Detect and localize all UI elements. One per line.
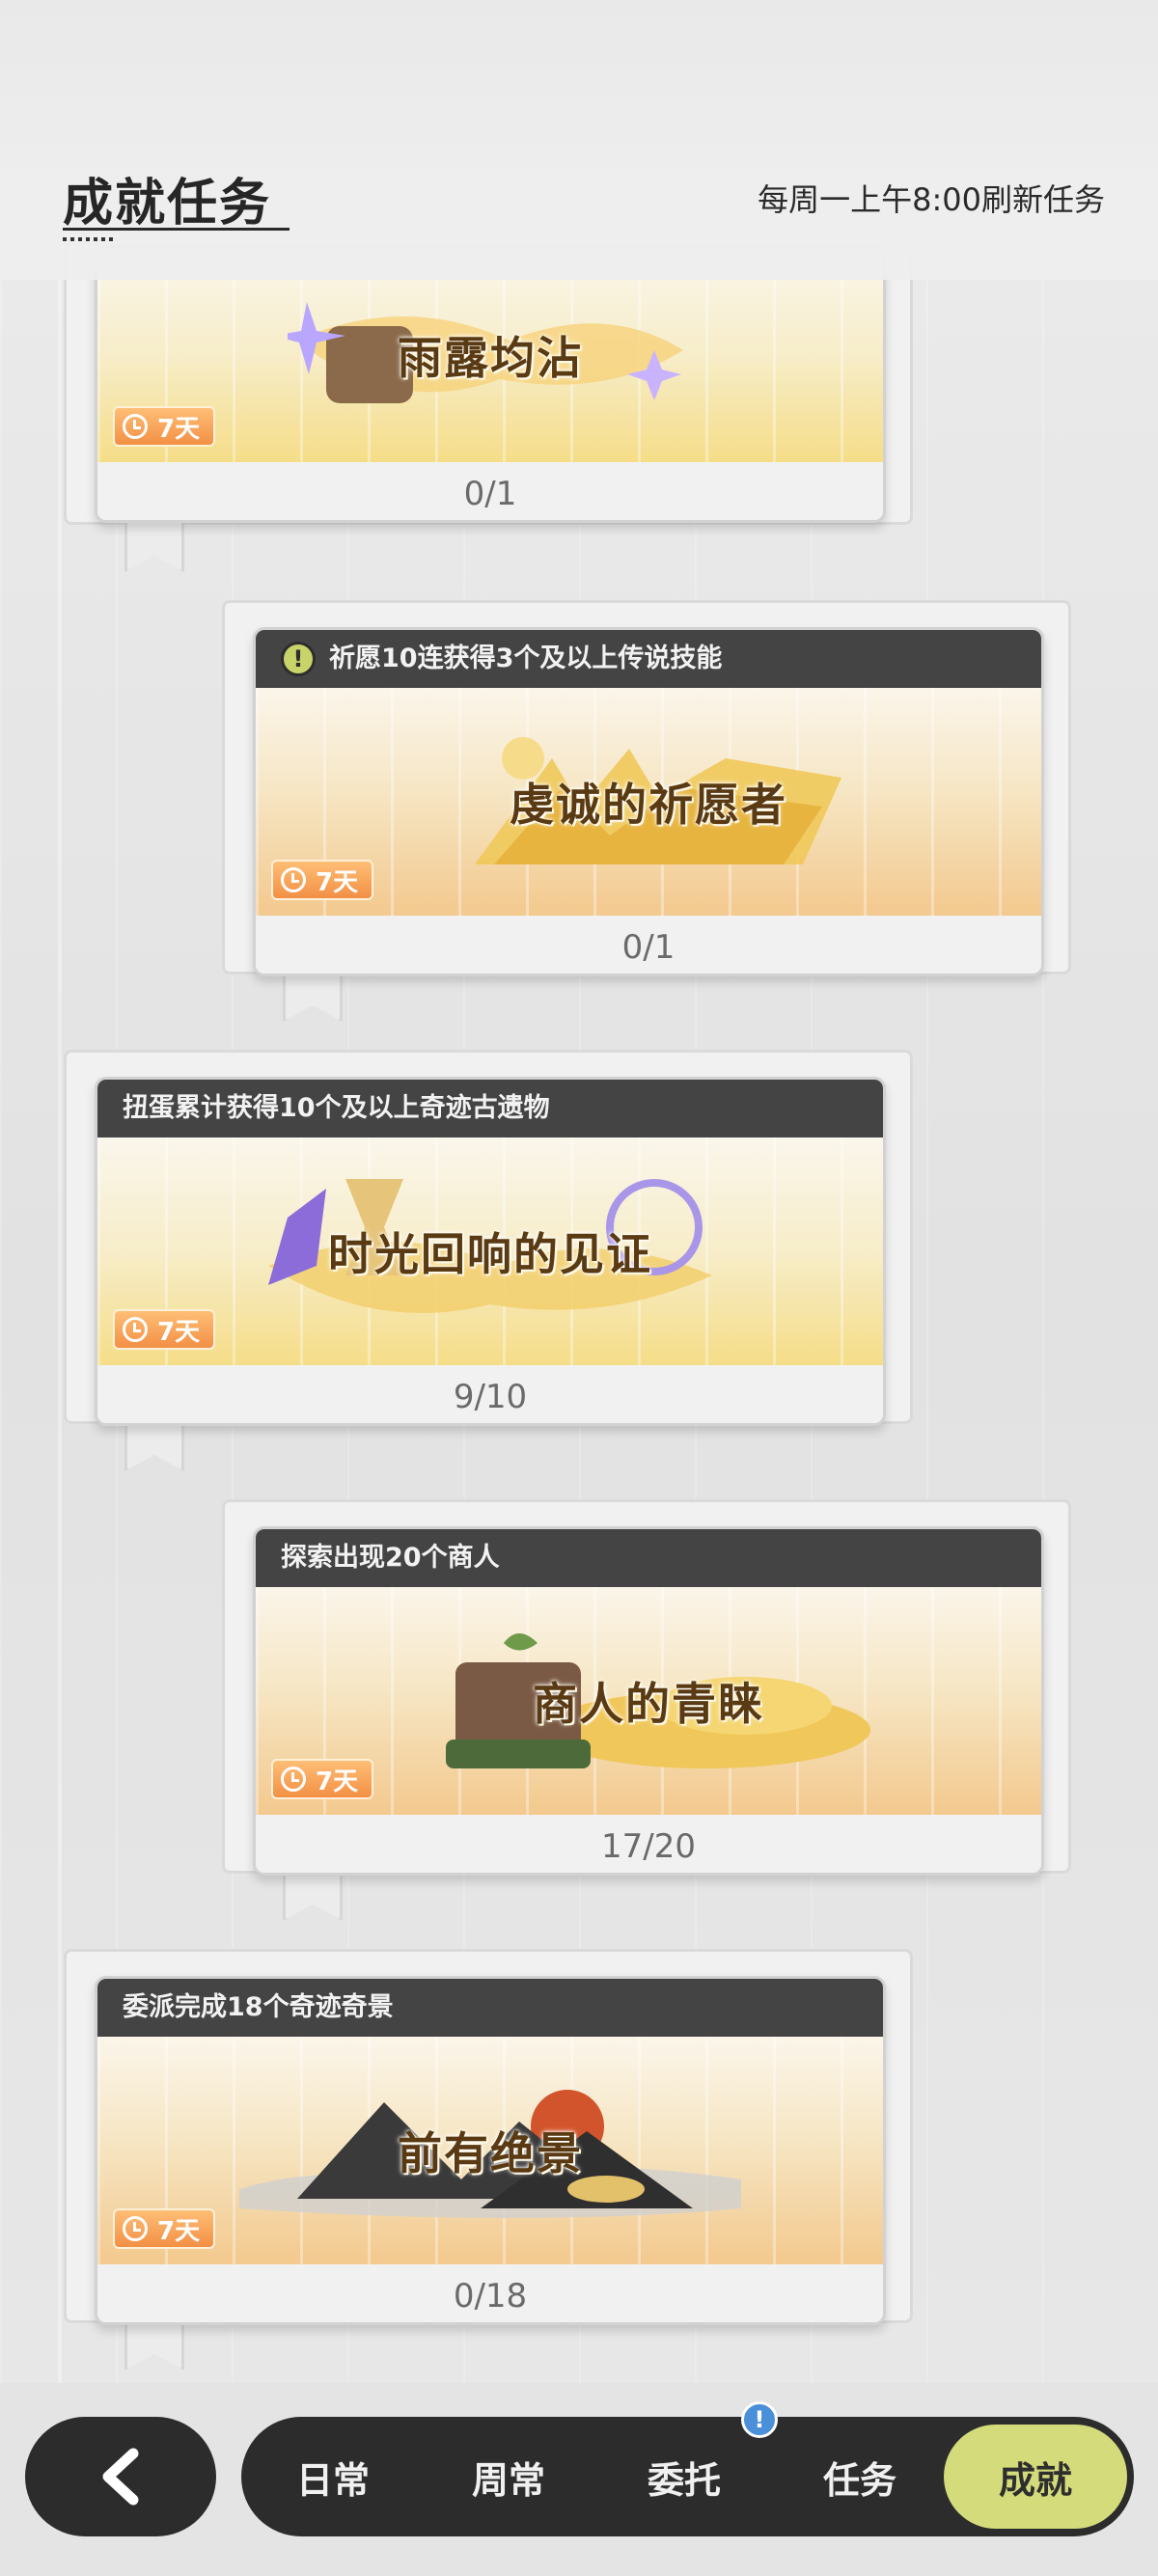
achievement-card[interactable]: 探索出现20个商人 商人的青睐 7天 17/20 <box>222 1499 1071 1876</box>
card-body: 探索出现20个商人 商人的青睐 7天 17/20 <box>253 1526 1044 1876</box>
notification-badge: ! <box>741 2401 778 2438</box>
banner-title: 前有绝景 <box>398 2127 583 2179</box>
achievement-card[interactable]: 委派完成18个奇迹奇景 前有绝景 7天 0/18 <box>64 1949 913 2325</box>
achievement-card[interactable]: 扭蛋累计获得10个及以上奇迹古遗物 时光回响的见证 7天 9/10 <box>64 1050 913 1426</box>
card-requirement: 扭蛋累计获得10个及以上奇迹古遗物 <box>97 1080 883 1137</box>
achievement-card[interactable]: ! 祈愿10连获得3个及以上传说技能 虔诚的祈愿者 7天 0/1 <box>222 600 1071 976</box>
duration-badge: 7天 <box>271 860 374 900</box>
card-body: 雨露均沾 7天 0/1 <box>95 245 886 523</box>
achievement-banner: 时光回响的见证 7天 <box>97 1137 883 1365</box>
tab-commission[interactable]: 委托 <box>602 2417 766 2536</box>
card-requirement: 探索出现20个商人 <box>256 1529 1041 1587</box>
duration-label: 7天 <box>316 1767 359 1796</box>
page-title: 成就任务 <box>63 175 272 233</box>
banner-title: 雨露均沾 <box>398 332 583 384</box>
requirement-text: 扭蛋累计获得10个及以上奇迹古遗物 <box>123 1093 550 1123</box>
requirement-text: 祈愿10连获得3个及以上传说技能 <box>329 644 723 673</box>
tab-daily[interactable]: 日常 <box>251 2417 415 2536</box>
progress-text: 0/1 <box>256 916 1041 973</box>
alert-icon: ! <box>281 642 316 676</box>
card-requirement: 委派完成18个奇迹奇景 <box>97 1979 883 2037</box>
progress-text: 0/1 <box>97 462 883 520</box>
duration-badge: 7天 <box>113 406 216 447</box>
tab-weekly[interactable]: 周常 <box>427 2417 591 2536</box>
duration-label: 7天 <box>157 414 201 444</box>
tab-bar: 日常 周常 委托 ! 任务 成就 <box>241 2401 1134 2536</box>
title-dots <box>63 237 115 241</box>
progress-text: 17/20 <box>256 1815 1041 1873</box>
title-underline <box>63 228 290 231</box>
banner-title: 时光回响的见证 <box>328 1228 652 1280</box>
card-body: ! 祈愿10连获得3个及以上传说技能 虔诚的祈愿者 7天 0/1 <box>253 627 1044 976</box>
clock-icon <box>123 1317 148 1342</box>
duration-label: 7天 <box>157 2216 201 2246</box>
duration-badge: 7天 <box>113 1309 216 1350</box>
clock-icon <box>281 1767 306 1792</box>
banner-title: 商人的青睐 <box>533 1678 764 1730</box>
card-body: 委派完成18个奇迹奇景 前有绝景 7天 0/18 <box>95 1976 886 2325</box>
requirement-text: 委派完成18个奇迹奇景 <box>123 1992 394 2022</box>
tab-achievements[interactable]: 成就 <box>944 2425 1127 2529</box>
achievement-banner: 雨露均沾 7天 <box>97 248 883 462</box>
duration-badge: 7天 <box>271 1759 374 1799</box>
achievement-banner: 前有绝景 7天 <box>97 2037 883 2264</box>
refresh-note: 每周一上午8:00刷新任务 <box>758 181 1105 218</box>
requirement-text: 探索出现20个商人 <box>281 1543 500 1573</box>
chevron-left-icon <box>102 2448 139 2506</box>
clock-icon <box>123 414 148 439</box>
page-header: 成就任务 每周一上午8:00刷新任务 <box>0 0 1158 280</box>
clock-icon <box>281 867 306 892</box>
banner-title: 虔诚的祈愿者 <box>510 779 787 831</box>
duration-badge: 7天 <box>113 2208 216 2249</box>
back-button[interactable] <box>25 2417 216 2536</box>
card-requirement: ! 祈愿10连获得3个及以上传说技能 <box>256 630 1041 688</box>
duration-label: 7天 <box>157 1317 201 1347</box>
clock-icon <box>123 2216 148 2241</box>
achievement-banner: 商人的青睐 7天 <box>256 1587 1041 1815</box>
duration-label: 7天 <box>316 867 359 897</box>
tab-tasks[interactable]: 任务 <box>778 2417 942 2536</box>
achievement-card[interactable]: 雨露均沾 7天 0/1 <box>64 218 913 525</box>
progress-text: 0/18 <box>97 2264 883 2322</box>
progress-text: 9/10 <box>97 1365 883 1423</box>
card-body: 扭蛋累计获得10个及以上奇迹古遗物 时光回响的见证 7天 9/10 <box>95 1077 886 1426</box>
achievement-banner: 虔诚的祈愿者 7天 <box>256 688 1041 916</box>
